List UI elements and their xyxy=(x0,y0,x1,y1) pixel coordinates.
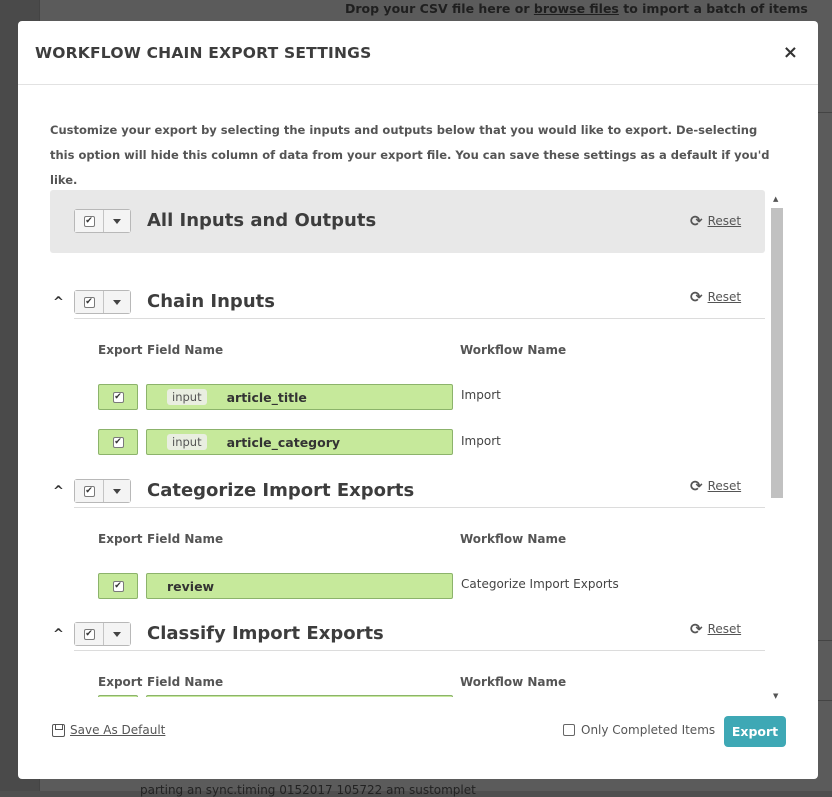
workflow-name-column-header: Workflow Name xyxy=(460,343,567,357)
refresh-icon: ⟳ xyxy=(690,620,703,638)
all-select-group[interactable]: ✔ xyxy=(74,209,131,233)
close-icon[interactable]: × xyxy=(783,41,798,65)
refresh-icon: ⟳ xyxy=(690,288,703,306)
all-checkbox[interactable]: ✔ xyxy=(75,210,104,232)
input-tag: input xyxy=(167,389,207,405)
save-as-default-button[interactable]: Save As Default xyxy=(52,723,165,737)
workflow-name: Import xyxy=(461,388,501,402)
export-column-header: Export xyxy=(98,532,143,546)
caret-down-icon xyxy=(113,299,121,305)
section-title: Chain Inputs xyxy=(147,291,275,312)
checkmark-icon: ✔ xyxy=(112,436,124,448)
all-inputs-outputs-row: ✔ All Inputs and Outputs ⟳ Reset xyxy=(50,190,765,253)
save-icon xyxy=(52,723,65,737)
row-export-checkbox[interactable] xyxy=(98,695,138,697)
only-completed-checkbox[interactable] xyxy=(563,724,575,736)
field-name-row xyxy=(146,695,453,697)
workflow-name-column-header: Workflow Name xyxy=(460,675,567,689)
field-name-row: input article_category xyxy=(146,429,453,455)
section-title: Categorize Import Exports xyxy=(147,480,415,501)
section-divider xyxy=(74,318,765,319)
checkmark-icon: ✔ xyxy=(83,215,95,227)
categorize-dropdown-button[interactable] xyxy=(104,480,130,502)
only-completed-label: Only Completed Items xyxy=(581,723,716,737)
workflow-name: Categorize Import Exports xyxy=(461,577,619,591)
classify-reset-button[interactable]: ⟳ Reset xyxy=(690,620,741,638)
row-export-checkbox[interactable]: ✔ xyxy=(98,384,138,410)
row-export-checkbox[interactable]: ✔ xyxy=(98,429,138,455)
modal-title: WORKFLOW CHAIN EXPORT SETTINGS xyxy=(35,44,372,62)
categorize-checkbox[interactable]: ✔ xyxy=(75,480,104,502)
all-reset-button[interactable]: ⟳ Reset xyxy=(690,212,741,230)
checkmark-icon: ✔ xyxy=(83,485,95,497)
caret-down-icon xyxy=(113,488,121,494)
input-tag: input xyxy=(167,434,207,450)
checkmark-icon: ✔ xyxy=(83,628,95,640)
field-name-row: review xyxy=(146,573,453,599)
chain-inputs-select-group[interactable]: ✔ xyxy=(74,290,131,314)
refresh-icon: ⟳ xyxy=(690,212,703,230)
chain-inputs-dropdown-button[interactable] xyxy=(104,291,130,313)
export-column-header: Export xyxy=(98,675,143,689)
chain-inputs-checkbox[interactable]: ✔ xyxy=(75,291,104,313)
section-title: Classify Import Exports xyxy=(147,623,384,644)
all-dropdown-button[interactable] xyxy=(104,210,130,232)
browse-files-link: browse files xyxy=(533,1,619,16)
caret-down-icon xyxy=(113,218,121,224)
caret-down-icon xyxy=(113,631,121,637)
chain-inputs-reset-button[interactable]: ⟳ Reset xyxy=(690,288,741,306)
export-button[interactable]: Export xyxy=(724,716,786,747)
classify-checkbox[interactable]: ✔ xyxy=(75,623,104,645)
field-name-column-header: Field Name xyxy=(147,675,224,689)
categorize-select-group[interactable]: ✔ xyxy=(74,479,131,503)
classify-dropdown-button[interactable] xyxy=(104,623,130,645)
checkmark-icon: ✔ xyxy=(83,296,95,308)
workflow-name: Import xyxy=(461,434,501,448)
section-divider xyxy=(74,507,765,508)
collapse-chevron-icon[interactable]: ^ xyxy=(53,484,64,499)
only-completed-toggle[interactable]: Only Completed Items xyxy=(563,723,715,737)
collapse-chevron-icon[interactable]: ^ xyxy=(53,295,64,310)
checkmark-icon: ✔ xyxy=(112,391,124,403)
checkmark-icon: ✔ xyxy=(112,580,124,592)
all-inputs-title: All Inputs and Outputs xyxy=(147,210,377,231)
collapse-chevron-icon[interactable]: ^ xyxy=(53,627,64,642)
categorize-reset-button[interactable]: ⟳ Reset xyxy=(690,477,741,495)
export-column-header: Export xyxy=(98,343,143,357)
field-name: article_category xyxy=(226,434,341,450)
scrollbar-thumb[interactable] xyxy=(771,208,783,498)
refresh-icon: ⟳ xyxy=(690,477,703,495)
export-settings-modal: WORKFLOW CHAIN EXPORT SETTINGS × Customi… xyxy=(18,21,818,779)
field-name: review xyxy=(167,578,215,594)
background-dropzone-text: Drop your CSV file here or browse files … xyxy=(345,1,808,16)
modal-header: WORKFLOW CHAIN EXPORT SETTINGS × xyxy=(18,21,818,85)
scroll-up-arrow-icon[interactable]: ▲ xyxy=(773,195,778,203)
intro-text: Customize your export by selecting the i… xyxy=(50,123,770,187)
export-options-list: ✔ All Inputs and Outputs ⟳ Reset ^ ✔ Cha… xyxy=(50,190,785,697)
field-name-row: input article_title xyxy=(146,384,453,410)
row-export-checkbox[interactable]: ✔ xyxy=(98,573,138,599)
scrollbar[interactable]: ▲ ▼ xyxy=(770,191,784,700)
scroll-down-arrow-icon[interactable]: ▼ xyxy=(773,692,778,700)
workflow-name-column-header: Workflow Name xyxy=(460,532,567,546)
classify-select-group[interactable]: ✔ xyxy=(74,622,131,646)
field-name: article_title xyxy=(226,389,307,405)
background-footer-text: parting an sync.timing 0152017 105722 am… xyxy=(140,783,476,797)
field-name-column-header: Field Name xyxy=(147,343,224,357)
section-divider xyxy=(74,650,765,651)
field-name-column-header: Field Name xyxy=(147,532,224,546)
